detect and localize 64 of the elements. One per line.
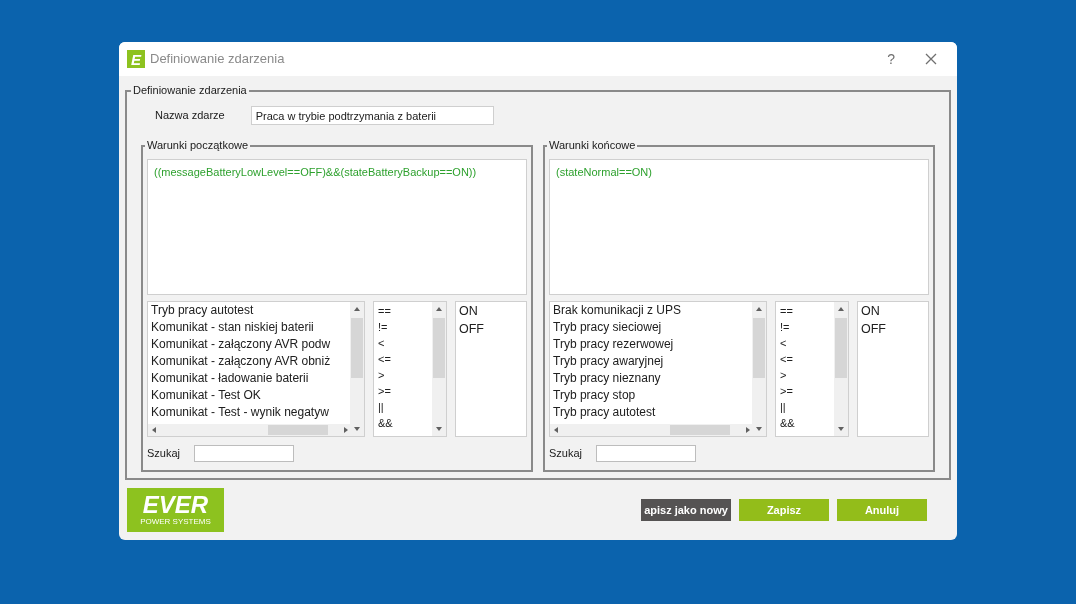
vertical-scrollbar-icon[interactable] xyxy=(752,302,766,436)
variable-item[interactable]: Komunikat - załączony AVR obniż xyxy=(148,353,350,370)
operator-item[interactable]: > xyxy=(378,367,428,383)
variable-item[interactable]: Komunikat - Test - wynik negatyw xyxy=(148,404,350,421)
value-item[interactable]: ON xyxy=(861,302,925,320)
operator-item[interactable]: && xyxy=(378,415,428,431)
event-name-field[interactable]: Praca w trybie podtrzymania z baterii xyxy=(250,106,494,125)
variable-item[interactable]: Komunikat - ładowanie baterii xyxy=(148,370,350,387)
variable-item[interactable]: Komunikat - Test OK xyxy=(148,387,350,404)
operator-list[interactable]: == != < <= > >= || && xyxy=(775,301,849,437)
horizontal-scrollbar-icon[interactable] xyxy=(550,424,752,436)
variable-item[interactable]: Tryb pracy sieciowej xyxy=(550,319,752,336)
variable-item[interactable]: Tryb pracy nieznany xyxy=(550,370,752,387)
variable-item[interactable]: Tryb pracy stop xyxy=(550,387,752,404)
app-icon: E xyxy=(127,50,145,68)
value-list[interactable]: ON OFF xyxy=(857,301,929,437)
operator-item[interactable]: < xyxy=(378,335,428,351)
panel-title: Warunki końcowe xyxy=(547,138,638,152)
help-button[interactable]: ? xyxy=(887,48,895,70)
variable-list[interactable]: Brak komunikacji z UPS Tryb pracy sieciowej Tryb pracy rezerwowej Tryb pracy awaryjnej Tryb pracy nieznany Tryb pracy stop Tryb pracy autotest xyxy=(549,301,767,437)
operator-item[interactable]: <= xyxy=(780,351,830,367)
window-title: Definiowanie zdarzenia xyxy=(150,50,285,69)
operator-item[interactable]: >= xyxy=(780,383,830,399)
operator-item[interactable]: || xyxy=(780,399,830,415)
vertical-scrollbar-icon[interactable] xyxy=(432,302,446,436)
operator-item[interactable]: < xyxy=(780,335,830,351)
search-field[interactable] xyxy=(596,445,697,462)
operator-item[interactable]: == xyxy=(780,303,830,319)
panel-title: Warunki początkowe xyxy=(145,138,251,152)
logo-name: EVER xyxy=(142,493,209,517)
variable-item[interactable]: Tryb pracy rezerwowej xyxy=(550,336,752,353)
value-item[interactable]: OFF xyxy=(459,320,523,338)
search-label: Szukaj xyxy=(147,446,181,462)
value-item[interactable]: OFF xyxy=(861,320,925,338)
dialog-button[interactable]: apisz jako nowy xyxy=(641,499,731,521)
operator-item[interactable]: != xyxy=(780,319,830,335)
operator-item[interactable]: >= xyxy=(378,383,428,399)
event-name-label: Nazwa zdarze xyxy=(155,108,225,124)
horizontal-scrollbar-icon[interactable] xyxy=(148,424,350,436)
variable-item[interactable]: Komunikat - stan niskiej baterii xyxy=(148,319,350,336)
operator-item[interactable]: <= xyxy=(378,351,428,367)
value-item[interactable]: ON xyxy=(459,302,523,320)
operator-item[interactable]: || xyxy=(378,399,428,415)
operator-item[interactable]: != xyxy=(378,319,428,335)
operator-list[interactable]: == != < <= > >= || && xyxy=(373,301,447,437)
vertical-scrollbar-icon[interactable] xyxy=(350,302,364,436)
variable-item[interactable]: Tryb pracy autotest xyxy=(148,302,350,319)
group-title: Definiowanie zdarzenia xyxy=(131,83,249,97)
expression-field[interactable]: ((messageBatteryLowLevel==OFF)&&(stateBatteryBackup==ON)) xyxy=(147,159,527,295)
variable-item[interactable]: Tryb pracy awaryjnej xyxy=(550,353,752,370)
search-label: Szukaj xyxy=(549,446,583,462)
vertical-scrollbar-icon[interactable] xyxy=(834,302,848,436)
search-field[interactable] xyxy=(194,445,295,462)
logo-tagline: POWER SYSTEMS xyxy=(140,517,211,527)
close-icon[interactable] xyxy=(925,53,937,65)
operator-item[interactable]: && xyxy=(780,415,830,431)
variable-item[interactable]: Brak komunikacji z UPS xyxy=(550,302,752,319)
operator-item[interactable]: == xyxy=(378,303,428,319)
value-list[interactable]: ON OFF xyxy=(455,301,527,437)
variable-item[interactable]: Komunikat - załączony AVR podw xyxy=(148,336,350,353)
variable-list[interactable]: Tryb pracy autotest Komunikat - stan niskiej baterii Komunikat - załączony AVR podw Komunikat - załączony AVR obniż Komunikat - ładowanie baterii Komunikat - Test OK Komunikat - Test - wynik negatyw xyxy=(147,301,365,437)
operator-item[interactable]: > xyxy=(780,367,830,383)
variable-item[interactable]: Tryb pracy autotest xyxy=(550,404,752,421)
expression-field[interactable]: (stateNormal==ON) xyxy=(549,159,929,295)
